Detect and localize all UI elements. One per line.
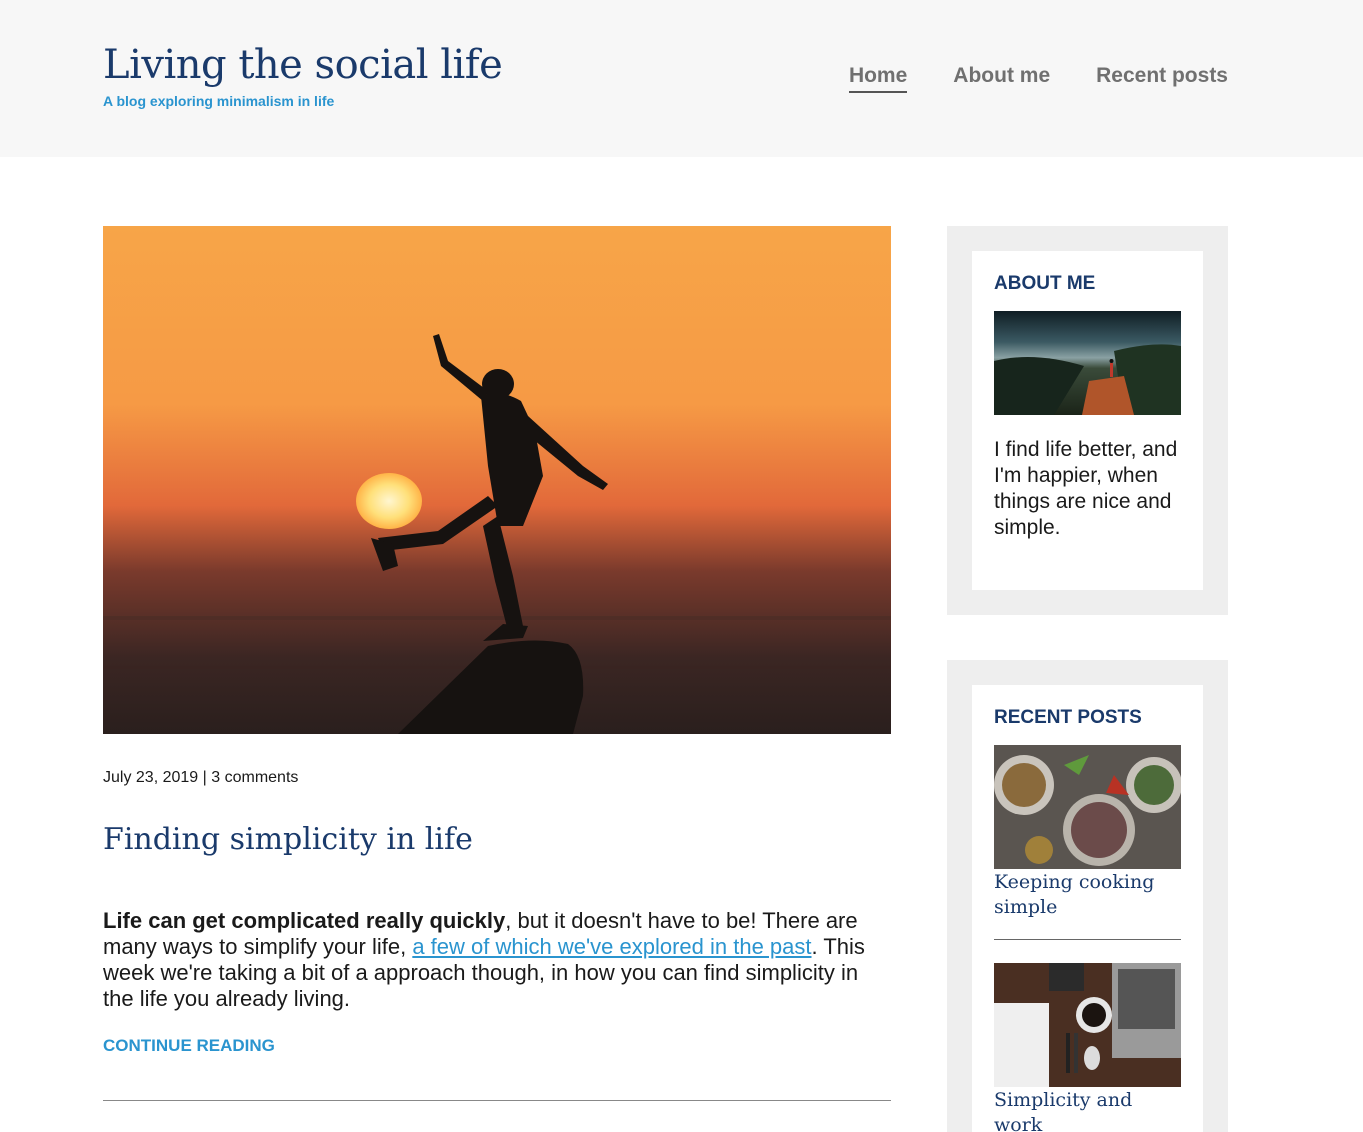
post-excerpt: Life can get complicated really quickly,…	[103, 908, 893, 1012]
post-divider	[103, 1100, 891, 1101]
recent-post-item[interactable]: Simplicity and work	[994, 963, 1181, 1132]
recent-post-image-cooking[interactable]	[994, 745, 1181, 869]
recent-post-item[interactable]: Keeping cooking simple	[994, 745, 1181, 940]
about-me-heading: About me	[994, 273, 1096, 294]
recent-posts-card: Recent posts Keeping cooking simple	[972, 685, 1203, 1132]
recent-posts-widget: Recent posts Keeping cooking simple	[947, 660, 1228, 1132]
recent-posts-heading: Recent posts	[994, 707, 1142, 728]
post-hero-image[interactable]	[103, 226, 891, 734]
post-comments-link[interactable]: 3 comments	[211, 769, 298, 786]
meta-separator: |	[202, 769, 207, 786]
recent-post-title[interactable]: Simplicity and work	[994, 1088, 1181, 1132]
nav-home-link[interactable]: Home	[848, 64, 908, 93]
past-posts-link[interactable]: a few of which we've explored in the pas…	[412, 934, 811, 959]
recent-post-divider	[994, 939, 1181, 940]
about-me-image	[994, 311, 1181, 415]
nav-recent-posts-link[interactable]: Recent posts	[1096, 64, 1228, 93]
site-title[interactable]: Living the social life	[103, 42, 503, 88]
recent-post-title[interactable]: Keeping cooking simple	[994, 870, 1181, 920]
post-title[interactable]: Finding simplicity in life	[103, 822, 473, 857]
site-subtitle: A blog exploring minimalism in life	[103, 93, 335, 109]
post-meta: July 23, 2019 | 3 comments	[103, 769, 298, 787]
excerpt-bold-lead: Life can get complicated really quickly	[103, 908, 506, 933]
continue-reading-link[interactable]: Continue reading	[103, 1036, 275, 1056]
about-me-widget: About me I find life better, and I'm hap…	[947, 226, 1228, 615]
about-me-text: I find life better, and I'm happier, whe…	[994, 438, 1178, 539]
post-date: July 23, 2019	[103, 769, 199, 786]
site-header: Living the social life A blog exploring …	[0, 0, 1363, 157]
recent-post-image-work[interactable]	[994, 963, 1181, 1087]
about-me-card: About me I find life better, and I'm hap…	[972, 251, 1203, 590]
main-nav: Home About me Recent posts	[848, 64, 1228, 93]
nav-about-me-link[interactable]: About me	[953, 64, 1050, 93]
